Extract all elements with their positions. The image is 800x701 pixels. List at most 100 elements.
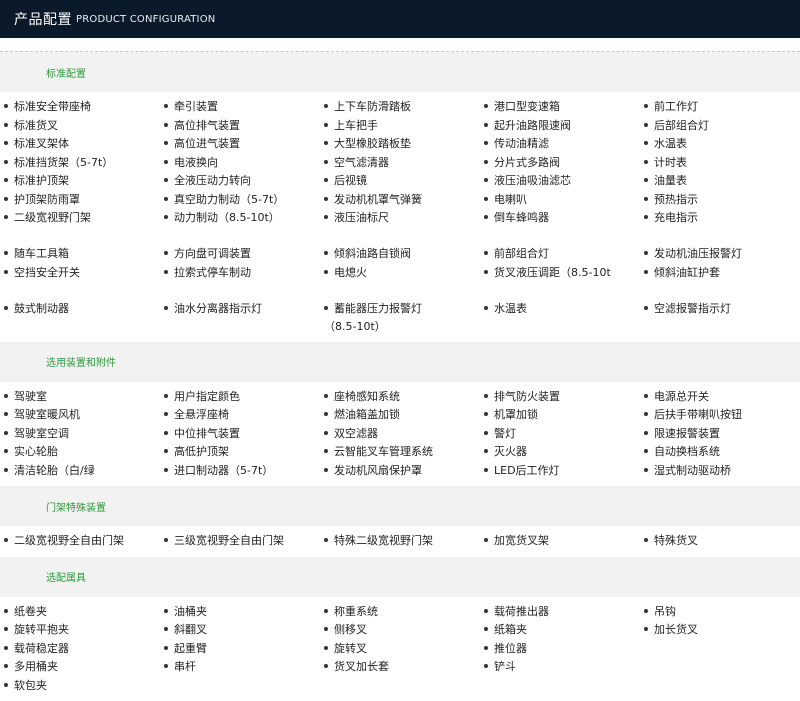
- list-item: 三级宽视野全自由门架: [160, 532, 320, 551]
- list-item: 纸卷夹: [0, 603, 160, 622]
- bullet-icon: [324, 412, 328, 416]
- item-label: 发动机油压报警灯: [654, 247, 742, 260]
- item-label: 计时表: [654, 156, 687, 169]
- bullet-icon: [324, 431, 328, 435]
- bullet-icon: [164, 449, 168, 453]
- list-item: 空气滤清器: [320, 154, 480, 173]
- bullet-icon: [644, 104, 648, 108]
- item-row: 多用桶夹 串杆 货叉加长套 铲斗: [0, 658, 800, 677]
- bullet-icon: [164, 178, 168, 182]
- item-row: 驾驶室暖风机全悬浮座椅燃油箱盖加锁机罩加锁后扶手带喇叭按钮: [0, 406, 800, 425]
- config-section: 选配属具纸卷夹油桶夹称重系统载荷推出器吊钩旋转平抱夹斜翻叉侧移叉纸箱夹加长货叉载…: [0, 557, 800, 701]
- list-item: 串杆: [160, 658, 320, 677]
- list-item: 驾驶室空调: [0, 425, 160, 444]
- bullet-icon: [4, 431, 8, 435]
- item-label: 加宽货叉架: [494, 534, 549, 547]
- bullet-icon: [324, 394, 328, 398]
- item-label: 电熄火: [334, 266, 367, 279]
- item-label: 货叉加长套: [334, 660, 389, 673]
- item-row: 标准货叉高位排气装置上车把手起升油路限速阀后部组合灯: [0, 117, 800, 136]
- item-label: 后部组合灯: [654, 119, 709, 132]
- item-label: 推位器: [494, 642, 527, 655]
- bullet-icon: [324, 646, 328, 650]
- item-label: 牵引装置: [174, 100, 218, 113]
- list-item: 高位进气装置: [160, 135, 320, 154]
- list-item: 双空滤器: [320, 425, 480, 444]
- item-row: 标准挡货架（5-7t）电液换向空气滤清器分片式多路阀计时表: [0, 154, 800, 173]
- item-label: 串杆: [174, 660, 196, 673]
- list-item: 驾驶室: [0, 388, 160, 407]
- item-label: 驾驶室: [14, 390, 47, 403]
- bullet-icon: [324, 251, 328, 255]
- bullet-icon: [4, 538, 8, 542]
- item-row: 软包夹: [0, 677, 800, 696]
- list-item: 货叉加长套: [320, 658, 480, 677]
- item-label: 空滤报警指示灯: [654, 302, 731, 315]
- bullet-icon: [644, 609, 648, 613]
- list-item: 前工作灯: [640, 98, 800, 117]
- list-item: 纸箱夹: [480, 621, 640, 640]
- item-label: 铲斗: [494, 660, 516, 673]
- item-label: 电液换向: [174, 156, 218, 169]
- section-title: 标准配置: [0, 52, 800, 92]
- list-item: 用户指定颜色: [160, 388, 320, 407]
- section-title: 门架特殊装置: [0, 486, 800, 526]
- bullet-icon: [324, 178, 328, 182]
- item-label: 高位排气装置: [174, 119, 240, 132]
- list-item: 称重系统: [320, 603, 480, 622]
- item-label: 后视镜: [334, 174, 367, 187]
- bullet-icon: [164, 270, 168, 274]
- list-item: 多用桶夹: [0, 658, 160, 677]
- list-item: 推位器: [480, 640, 640, 659]
- list-item: 拉索式停车制动: [160, 264, 320, 283]
- list-item: 电源总开关: [640, 388, 800, 407]
- bullet-icon: [644, 251, 648, 255]
- item-label: 水温表: [494, 302, 527, 315]
- bullet-icon: [324, 215, 328, 219]
- list-item: 倒车蜂鸣器: [480, 209, 640, 228]
- item-row: 驾驶室用户指定颜色座椅感知系统排气防火装置电源总开关: [0, 388, 800, 407]
- item-label: 电源总开关: [654, 390, 709, 403]
- item-row: 驾驶室空调中位排气装置双空滤器警灯限速报警装置: [0, 425, 800, 444]
- item-label: 液压油标尺: [334, 211, 389, 224]
- list-item: 湿式制动驱动桥: [640, 462, 800, 481]
- item-label: 蓄能器压力报警灯（8.5-10t）: [324, 302, 422, 333]
- bullet-icon: [484, 394, 488, 398]
- list-item: 起重臂: [160, 640, 320, 659]
- item-label: 预热指示: [654, 193, 698, 206]
- item-label: 燃油箱盖加锁: [334, 408, 400, 421]
- bullet-icon: [324, 197, 328, 201]
- list-item: 电熄火: [320, 264, 480, 283]
- bullet-icon: [644, 215, 648, 219]
- section-title: 选用装置和附件: [0, 342, 800, 382]
- item-label: 上下车防滑踏板: [334, 100, 411, 113]
- list-item: 倾斜油路自锁阀: [320, 245, 480, 264]
- list-item: 灭火器: [480, 443, 640, 462]
- item-label: 加长货叉: [654, 623, 698, 636]
- item-label: 驾驶室空调: [14, 427, 69, 440]
- bullet-icon: [164, 215, 168, 219]
- item-label: 用户指定颜色: [174, 390, 240, 403]
- list-item: 油量表: [640, 172, 800, 191]
- item-label: 排气防火装置: [494, 390, 560, 403]
- item-label: 湿式制动驱动桥: [654, 464, 731, 477]
- item-label: 驾驶室暖风机: [14, 408, 80, 421]
- list-item: 特殊货叉: [640, 532, 800, 551]
- list-item: 发动机风扇保护罩: [320, 462, 480, 481]
- list-item: 云智能叉车管理系统: [320, 443, 480, 462]
- item-label: 侧移叉: [334, 623, 367, 636]
- list-item: 标准安全带座椅: [0, 98, 160, 117]
- list-item: 液压油吸油滤芯: [480, 172, 640, 191]
- item-label: 中位排气装置: [174, 427, 240, 440]
- item-label: LED后工作灯: [494, 464, 560, 477]
- list-item: 全悬浮座椅: [160, 406, 320, 425]
- item-label: 倒车蜂鸣器: [494, 211, 549, 224]
- list-item: 方向盘可调装置: [160, 245, 320, 264]
- list-item: 侧移叉: [320, 621, 480, 640]
- list-item: 高位排气装置: [160, 117, 320, 136]
- list-item: 斜翻叉: [160, 621, 320, 640]
- section-title: 选配属具: [0, 557, 800, 597]
- item-label: 上车把手: [334, 119, 378, 132]
- item-row: 清洁轮胎（白/绿进口制动器（5-7t）发动机风扇保护罩LED后工作灯湿式制动驱动…: [0, 462, 800, 481]
- list-item: 倾斜油缸护套: [640, 264, 800, 283]
